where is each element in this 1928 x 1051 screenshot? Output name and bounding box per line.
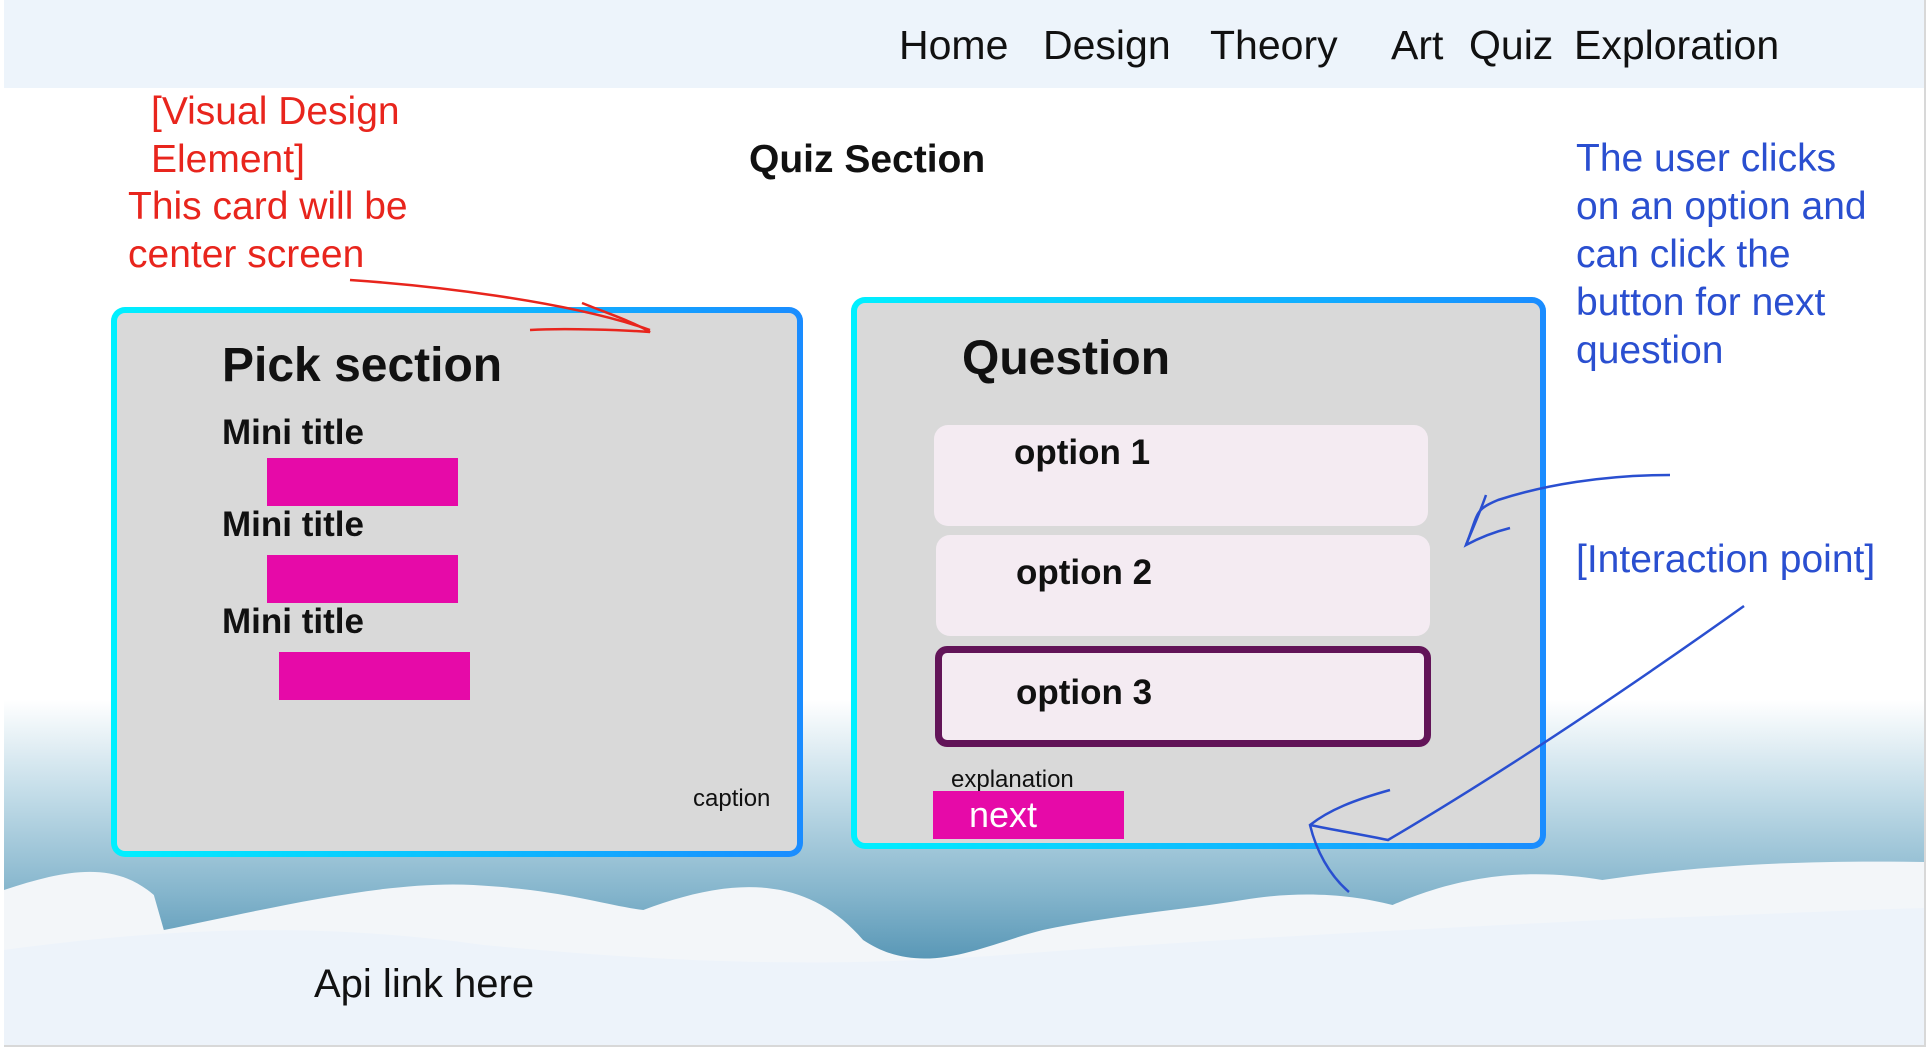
nav-exploration[interactable]: Exploration [1574, 22, 1779, 69]
visual-element-note-line2: Element] [151, 138, 305, 181]
nav-design[interactable]: Design [1043, 22, 1171, 69]
section-block-2[interactable] [267, 555, 458, 603]
user-note-line1: The user clicks [1576, 137, 1837, 180]
nav-art[interactable]: Art [1391, 22, 1443, 69]
option-2-label: option 2 [1016, 553, 1153, 592]
user-note-line5: question [1576, 329, 1724, 372]
section-block-3[interactable] [279, 652, 470, 700]
page-title: Quiz Section [749, 138, 986, 181]
question-card: Question option 1 option 2 option 3 expl… [851, 297, 1546, 849]
nav-theory[interactable]: Theory [1210, 22, 1338, 69]
user-note-line2: on an option and [1576, 185, 1867, 228]
pick-section-card: Pick section Mini title Mini title Mini … [111, 307, 803, 857]
option-3-label: option 3 [1016, 673, 1153, 712]
visual-element-note-line1: [Visual Design [151, 90, 400, 133]
center-note-line1: This card will be [128, 185, 408, 228]
question-heading: Question [962, 332, 1171, 385]
nav-quiz[interactable]: Quiz [1469, 22, 1553, 69]
interaction-point-note: [Interaction point] [1576, 538, 1876, 581]
section-block-1[interactable] [267, 458, 458, 506]
mini-title-3: Mini title [222, 602, 364, 641]
next-button[interactable]: next [933, 791, 1124, 839]
mini-title-1: Mini title [222, 413, 364, 452]
explanation-text: explanation [951, 766, 1074, 793]
mini-title-2: Mini title [222, 505, 364, 544]
card-caption: caption [693, 785, 771, 812]
option-2[interactable]: option 2 [936, 535, 1430, 636]
snowy-hills [4, 861, 1924, 1045]
top-navigation-bar: Home Design Theory Art Quiz Exploration [4, 0, 1924, 88]
api-link[interactable]: Api link here [314, 962, 534, 1007]
option-3-selected[interactable]: option 3 [935, 646, 1431, 747]
option-1-label: option 1 [1014, 433, 1151, 472]
option-1[interactable]: option 1 [934, 425, 1428, 526]
center-note-line2: center screen [128, 233, 365, 276]
user-note-line4: button for next [1576, 281, 1826, 324]
nav-home[interactable]: Home [899, 22, 1008, 69]
wireframe-canvas: Home Design Theory Art Quiz Exploration … [4, 0, 1926, 1047]
user-note-line3: can click the [1576, 233, 1791, 276]
pick-section-heading: Pick section [222, 339, 503, 392]
